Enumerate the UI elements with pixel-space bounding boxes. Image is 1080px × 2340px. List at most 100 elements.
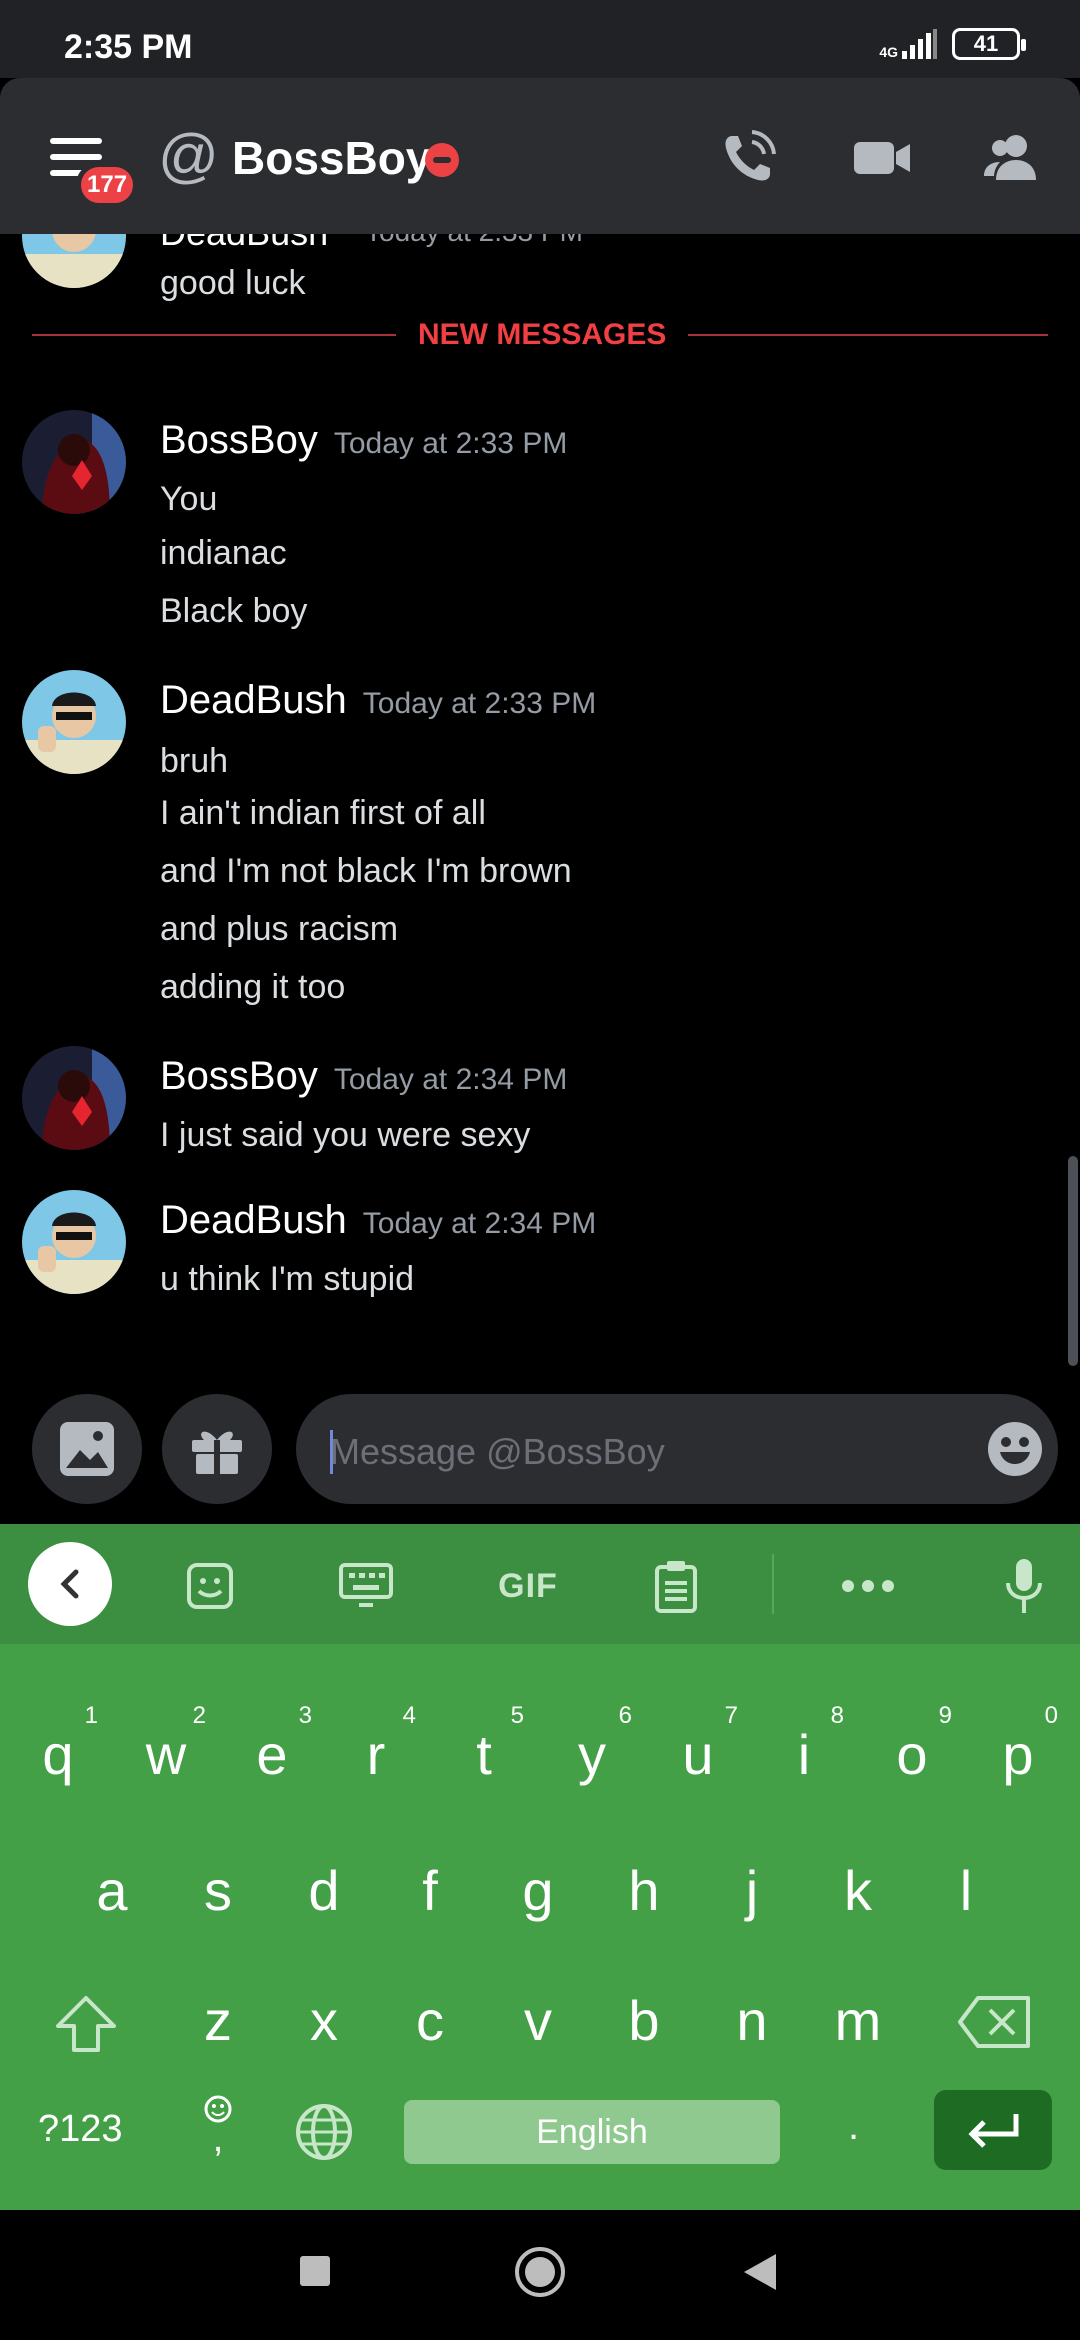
system-nav-bar <box>0 2210 1080 2340</box>
battery-icon: 41 <box>952 28 1026 60</box>
key-e[interactable]: e3 <box>222 1704 322 1790</box>
gift-icon <box>192 1431 242 1474</box>
toolbar-divider <box>772 1554 774 1614</box>
comma-label: , <box>212 2118 224 2160</box>
key-h[interactable]: h <box>594 1856 694 1926</box>
members-icon[interactable] <box>982 128 1042 188</box>
avatar[interactable] <box>22 670 126 774</box>
avatar-deadbush-image <box>22 670 126 774</box>
keyboard-collapse-button[interactable] <box>28 1542 112 1626</box>
avatar[interactable] <box>22 1046 126 1150</box>
key-label: i <box>797 1723 811 1786</box>
message-author[interactable]: DeadBush <box>160 678 347 722</box>
new-messages-label: NEW MESSAGES <box>396 318 689 352</box>
clipboard-button[interactable] <box>646 1556 706 1616</box>
key-hint: 1 <box>84 1702 98 1729</box>
key-label: y <box>578 1723 606 1786</box>
key-label: p <box>1002 1723 1034 1786</box>
period-key[interactable]: . <box>848 2104 859 2149</box>
battery-level: 41 <box>973 31 999 56</box>
message-author[interactable]: DeadBush <box>160 1198 347 1242</box>
enter-key[interactable] <box>934 2090 1052 2170</box>
voice-input-button[interactable] <box>994 1556 1054 1616</box>
sticker-button[interactable] <box>180 1556 240 1616</box>
page-title[interactable]: BossBoy <box>232 130 431 186</box>
key-t[interactable]: t5 <box>434 1704 534 1790</box>
key-y[interactable]: y6 <box>542 1704 642 1790</box>
network-indicator: 4G <box>879 29 938 59</box>
keyboard-icon <box>339 1563 393 1607</box>
key-hint: 3 <box>298 1702 312 1729</box>
shift-key[interactable] <box>36 1994 136 2070</box>
key-m[interactable]: m <box>808 1986 908 2056</box>
key-g[interactable]: g <box>488 1856 588 1926</box>
message-author[interactable]: BossBoy <box>160 1054 318 1098</box>
message-text: adding it too <box>160 968 346 1006</box>
avatar[interactable] <box>22 1190 126 1294</box>
status-icons: 4G 41 <box>879 28 1026 60</box>
key-c[interactable]: c <box>380 1986 480 2056</box>
key-hint: 2 <box>192 1702 206 1729</box>
key-label: o <box>896 1723 928 1786</box>
key-k[interactable]: k <box>808 1856 908 1926</box>
comma-emoji-key[interactable]: , <box>196 2094 240 2160</box>
video-call-icon[interactable] <box>852 128 912 188</box>
key-w[interactable]: w2 <box>116 1704 216 1790</box>
notification-badge: 177 <box>76 162 139 208</box>
home-icon[interactable] <box>514 2246 566 2298</box>
key-s[interactable]: s <box>168 1856 268 1926</box>
gift-button[interactable] <box>162 1394 272 1504</box>
key-i[interactable]: i8 <box>754 1704 854 1790</box>
message-timestamp: Today at 2:34 PM <box>333 1063 568 1096</box>
signal-icon <box>902 29 937 59</box>
keyboard-layout-button[interactable] <box>336 1556 396 1616</box>
recents-icon[interactable] <box>298 2254 332 2288</box>
voice-call-icon[interactable] <box>718 128 778 188</box>
backspace-key[interactable] <box>944 1994 1044 2066</box>
network-type: 4G <box>879 44 898 60</box>
message-author[interactable]: BossBoy <box>160 418 318 462</box>
key-hint: 5 <box>510 1702 524 1729</box>
space-key[interactable]: English <box>404 2100 780 2164</box>
clipboard-icon <box>655 1561 697 1613</box>
key-b[interactable]: b <box>594 1986 694 2056</box>
gif-button[interactable]: GIF <box>488 1556 568 1616</box>
attach-image-button[interactable] <box>32 1394 142 1504</box>
message-text: Black boy <box>160 592 308 630</box>
key-f[interactable]: f <box>380 1856 480 1926</box>
avatar[interactable] <box>22 234 126 288</box>
back-icon[interactable] <box>742 2252 778 2292</box>
shift-icon <box>56 1996 116 2052</box>
key-d[interactable]: d <box>274 1856 374 1926</box>
key-q[interactable]: q1 <box>8 1704 108 1790</box>
keyboard-toolbar: GIF <box>0 1524 1080 1644</box>
message-header: DeadBush Today at 2:34 PM <box>160 1196 596 1248</box>
chat-scrollbar[interactable] <box>1068 1156 1078 1366</box>
key-l[interactable]: l <box>916 1856 1016 1926</box>
key-u[interactable]: u7 <box>648 1704 748 1790</box>
key-label: r <box>366 1723 386 1786</box>
menu-icon <box>50 138 102 144</box>
avatar[interactable] <box>22 410 126 514</box>
key-n[interactable]: n <box>702 1986 802 2056</box>
key-hint: 6 <box>618 1702 632 1729</box>
key-j[interactable]: j <box>702 1856 802 1926</box>
message-placeholder: Message @BossBoy <box>330 1431 665 1472</box>
emoji-icon[interactable] <box>986 1420 1044 1478</box>
key-v[interactable]: v <box>488 1986 588 2056</box>
symbols-key[interactable]: ?123 <box>38 2108 123 2151</box>
key-x[interactable]: x <box>274 1986 374 2056</box>
more-options-button[interactable] <box>838 1556 898 1616</box>
key-label: u <box>682 1723 714 1786</box>
key-r[interactable]: r4 <box>326 1704 426 1790</box>
key-z[interactable]: z <box>168 1986 268 2056</box>
message-author[interactable]: DeadBush <box>160 234 328 254</box>
key-p[interactable]: p0 <box>968 1704 1068 1790</box>
message-list[interactable]: DeadBush Today at 2:33 PM good luck NEW … <box>0 234 1080 1384</box>
message-text: I just said you were sexy <box>160 1116 531 1154</box>
message-text: and I'm not black I'm brown <box>160 852 572 890</box>
key-a[interactable]: a <box>62 1856 162 1926</box>
avatar-deadbush-image <box>22 234 126 288</box>
language-key[interactable] <box>294 2102 354 2167</box>
key-o[interactable]: o9 <box>862 1704 962 1790</box>
